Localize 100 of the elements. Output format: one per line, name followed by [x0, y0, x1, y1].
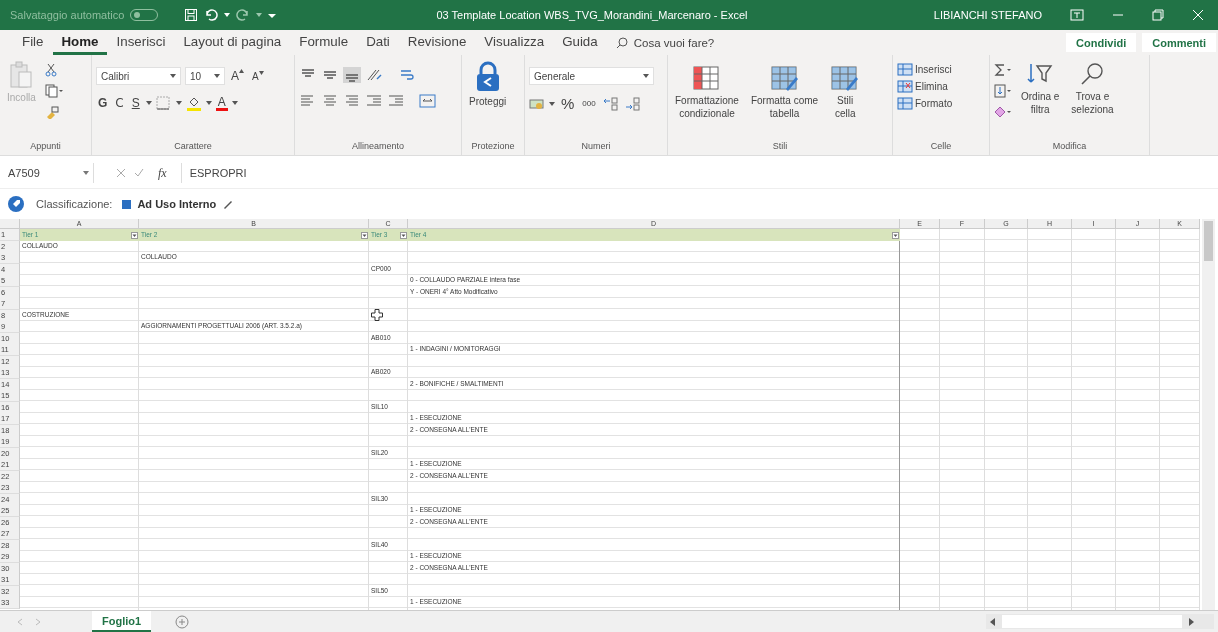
styles-button[interactable]: Stili cella	[827, 59, 864, 126]
ribbon-display-icon[interactable]	[1070, 9, 1084, 21]
text-align-icon[interactable]	[343, 93, 361, 109]
table-icon	[897, 97, 913, 110]
copy-icon[interactable]	[44, 84, 63, 98]
autosum-icon[interactable]	[994, 63, 1012, 77]
decrease-decimal-icon[interactable]	[623, 95, 642, 112]
filter-dropdown-icon[interactable]	[131, 231, 138, 239]
autosave-label: Salvataggio automatico	[10, 9, 125, 21]
share-button[interactable]: Condividi	[1066, 33, 1137, 52]
bold-button[interactable]: G	[96, 96, 110, 110]
close-icon[interactable]	[1192, 9, 1204, 21]
scroll-right-icon[interactable]	[1188, 617, 1194, 626]
cells-button[interactable]: Elimina	[897, 80, 948, 93]
caret-icon[interactable]	[205, 100, 212, 106]
styles-button[interactable]: Formattazione condizionale	[672, 59, 742, 126]
vertical-align-icon[interactable]	[343, 67, 361, 83]
enter-icon[interactable]	[134, 168, 144, 178]
ribbon-tab[interactable]: Inserisci	[108, 30, 174, 55]
underline-button[interactable]: S	[129, 96, 142, 110]
cells-button[interactable]: Inserisci	[897, 63, 952, 76]
classification-value: Ad Uso Interno	[137, 198, 217, 210]
caret-icon[interactable]	[231, 100, 238, 106]
table-style-icon	[769, 65, 800, 91]
styles-button[interactable]: Formatta come tabella	[747, 59, 822, 126]
scroll-left-icon[interactable]	[990, 617, 996, 626]
group-label: Celle	[929, 141, 953, 153]
name-box[interactable]: A7509	[4, 163, 94, 183]
font-size-field[interactable]: 10	[185, 67, 225, 85]
shrink-font-button[interactable]: A	[250, 70, 266, 82]
cut-icon[interactable]	[44, 63, 57, 77]
edit-icon[interactable]	[222, 198, 235, 210]
group-label: Numeri	[580, 141, 612, 153]
fill-down-icon[interactable]	[994, 84, 1012, 98]
clipboard-icon	[9, 61, 34, 89]
find-select-button[interactable]: Trova e seleziona	[1068, 59, 1117, 118]
group-label: Carattere	[173, 141, 213, 153]
group-label: Protezione	[470, 141, 516, 153]
search-field[interactable]: Cosa vuoi fare?	[631, 35, 756, 50]
comments-button[interactable]: Commenti	[1142, 33, 1216, 52]
sheet-tab[interactable]: Foglio1	[92, 611, 152, 632]
add-sheet-icon[interactable]	[175, 614, 190, 629]
search-icon	[1079, 61, 1106, 87]
grow-font-button[interactable]: A	[229, 69, 246, 83]
customize-icon[interactable]	[268, 11, 277, 19]
table-icon	[897, 63, 913, 76]
table-style-icon	[830, 65, 861, 91]
filter-dropdown-icon[interactable]	[892, 231, 899, 239]
increase-decimal-icon[interactable]	[601, 95, 620, 112]
cancel-icon[interactable]	[116, 168, 126, 178]
undo-icon[interactable]	[204, 8, 219, 22]
caret-icon[interactable]	[256, 12, 263, 18]
percent-button[interactable]: %	[559, 95, 577, 112]
vertical-scrollbar[interactable]	[1202, 219, 1215, 610]
filter-dropdown-icon[interactable]	[400, 231, 407, 239]
insert-function-button[interactable]: fx	[158, 165, 167, 181]
search-icon[interactable]	[615, 36, 628, 49]
italic-button[interactable]: C	[113, 96, 126, 110]
text-orientation-icon[interactable]	[365, 67, 385, 83]
ribbon-tab[interactable]: Revisione	[399, 30, 475, 55]
caret-icon[interactable]	[175, 100, 182, 106]
user-name[interactable]: LIBIANCHI STEFANO	[933, 9, 1042, 21]
font-name-field[interactable]: Calibri	[96, 67, 181, 85]
filter-dropdown-icon[interactable]	[361, 231, 368, 239]
thousands-button[interactable]: 000	[580, 99, 598, 108]
ribbon-tab[interactable]: Formule	[291, 30, 357, 55]
caret-icon[interactable]	[145, 100, 152, 106]
redo-icon[interactable]	[236, 8, 251, 22]
ribbon-tab[interactable]: Guida	[554, 30, 606, 55]
caret-icon	[214, 73, 220, 79]
text-align-icon[interactable]	[321, 93, 339, 109]
ribbon-tab[interactable]: Home	[53, 30, 107, 55]
wrap-text-icon[interactable]	[399, 67, 415, 83]
cells-button[interactable]: Formato	[897, 97, 953, 110]
group-label: Stili	[771, 141, 789, 153]
caret-icon[interactable]	[224, 12, 231, 18]
ribbon-tab[interactable]: Visualizza	[476, 30, 553, 55]
table-style-icon	[691, 65, 722, 91]
number-format-field[interactable]: Generale	[529, 67, 654, 85]
ribbon-tab[interactable]: File	[14, 30, 52, 55]
classification-label: Classificazione:	[36, 198, 113, 210]
save-icon[interactable]	[184, 8, 199, 22]
horizontal-scrollbar[interactable]	[986, 614, 1214, 629]
ribbon-tab[interactable]: Dati	[358, 30, 398, 55]
merge-cells-icon[interactable]	[419, 93, 437, 109]
eraser-icon[interactable]	[994, 105, 1012, 119]
font-color-button[interactable]: A	[215, 95, 228, 111]
window-title: 03 Template Location WBS_TVG_Morandini_Marcenaro - Excel	[435, 9, 749, 21]
ribbon-tab[interactable]: Layout di pagina	[175, 30, 290, 55]
sort-filter-button[interactable]: Ordina e filtra	[1018, 59, 1063, 118]
up-caret-icon	[239, 69, 244, 73]
protect-button[interactable]: Proteggi	[466, 59, 510, 109]
caret-icon[interactable]	[549, 100, 555, 107]
fill-color-icon[interactable]	[185, 95, 202, 111]
indent-icon[interactable]	[387, 93, 405, 109]
formula-field[interactable]: ESPROPRI	[180, 163, 1214, 183]
borders-icon[interactable]	[155, 96, 172, 110]
label-square-icon	[122, 199, 132, 209]
indent-icon[interactable]	[365, 93, 383, 109]
restore-icon[interactable]	[1152, 9, 1164, 21]
